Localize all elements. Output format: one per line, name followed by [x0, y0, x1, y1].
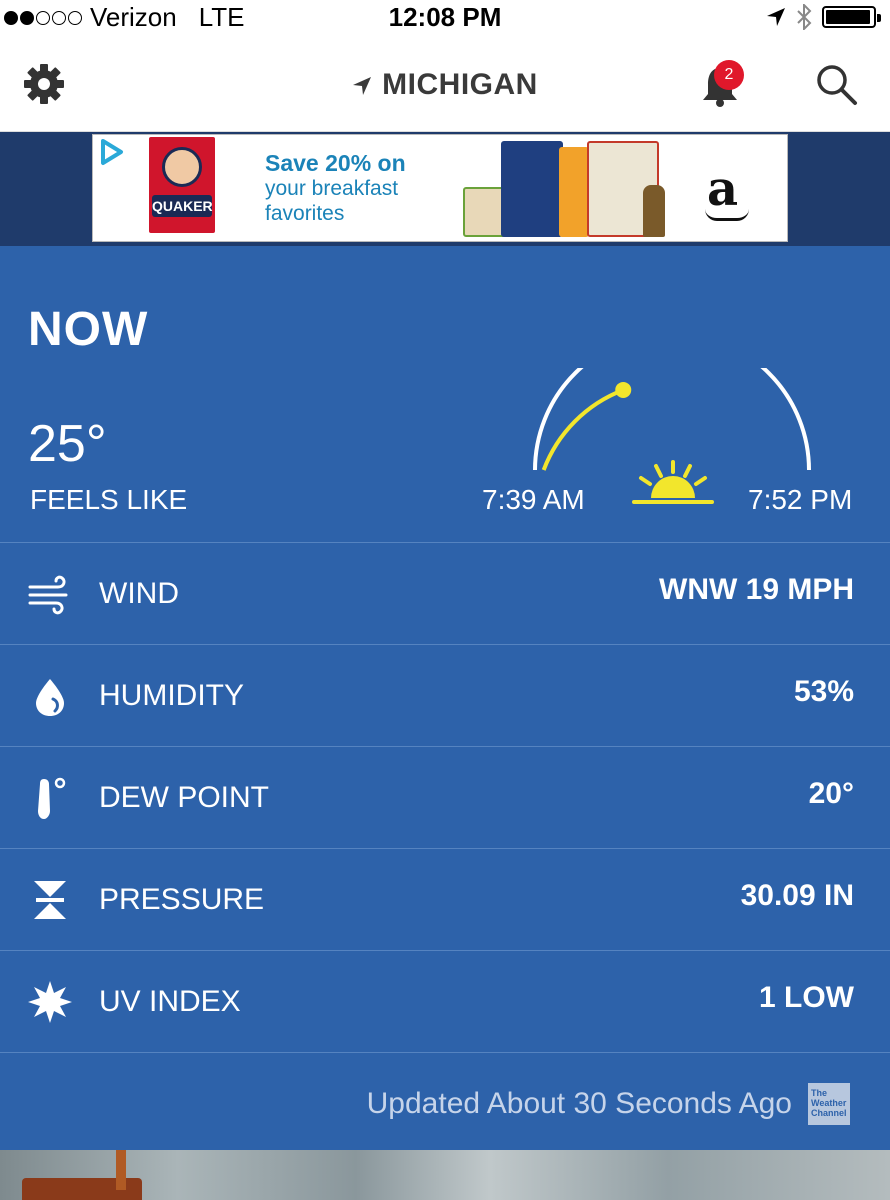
quaker-logo: QUAKER — [149, 137, 215, 233]
notification-badge: 2 — [714, 60, 744, 90]
humidity-row: HUMIDITY 53% — [0, 644, 890, 746]
carrier-name: Verizon — [90, 2, 177, 32]
updated-timestamp: Updated About 30 Seconds Ago — [366, 1087, 792, 1120]
ad-line-2: your breakfast — [265, 177, 399, 200]
current-conditions-panel: NOW 25° FEELS LIKE 7:39 AM 7:52 PM WIND — [0, 246, 890, 1150]
location-name: MICHIGAN — [382, 68, 538, 101]
ad-strip: QUAKER Save 20% on your breakfast favori… — [0, 132, 890, 246]
sunrise-time: 7:39 AM — [482, 484, 585, 515]
ad-line-3: favorites — [265, 202, 345, 225]
dew-point-label: DEW POINT — [99, 781, 269, 814]
wind-value: WNW 19 MPH — [659, 573, 854, 606]
dew-point-value: 20° — [808, 777, 854, 810]
ad-headline: Save 20% on — [265, 150, 406, 176]
uv-index-row: UV INDEX 1 LOW — [0, 950, 890, 1052]
humidity-drop-icon — [36, 679, 64, 716]
humidity-label: HUMIDITY — [99, 679, 244, 712]
battery-icon — [822, 6, 881, 28]
uv-index-value: 1 LOW — [759, 981, 854, 1014]
weather-channel-logo[interactable]: The Weather Channel — [808, 1083, 850, 1125]
section-title: NOW — [28, 303, 149, 356]
location-arrow-icon — [353, 77, 372, 96]
background-photo — [0, 1150, 890, 1200]
wind-icon — [28, 575, 68, 615]
bluetooth-icon — [797, 4, 812, 30]
wind-label: WIND — [99, 577, 179, 610]
search-icon[interactable] — [814, 62, 858, 106]
ad-choices-icon[interactable] — [93, 135, 133, 169]
updated-footer: Updated About 30 Seconds Ago The Weather… — [0, 1052, 890, 1150]
wind-row: WIND WNW 19 MPH — [0, 542, 890, 644]
location-services-icon — [767, 8, 785, 26]
pressure-icon — [34, 881, 66, 919]
status-right — [766, 4, 881, 30]
network-type: LTE — [198, 2, 245, 32]
uv-index-label: UV INDEX — [99, 985, 241, 1018]
pressure-label: PRESSURE — [99, 883, 265, 916]
feels-like-label: FEELS LIKE — [30, 484, 188, 515]
status-left: Verizon LTE — [4, 2, 245, 33]
amazon-smile-icon — [705, 209, 749, 221]
ad-banner[interactable]: QUAKER Save 20% on your breakfast favori… — [92, 134, 788, 242]
sunset-time: 7:52 PM — [748, 484, 853, 515]
ad-copy: Save 20% on your breakfast favorites — [265, 151, 406, 226]
nav-bar: MICHIGAN 2 — [0, 36, 890, 132]
thermometer-icon — [38, 777, 66, 819]
location-title[interactable]: MICHIGAN — [0, 68, 890, 102]
pressure-value: 30.09 IN — [740, 879, 854, 912]
sun-icon — [632, 460, 714, 504]
pressure-row: PRESSURE 30.09 IN — [0, 848, 890, 950]
uv-sun-icon — [28, 981, 72, 1023]
signal-strength-icon — [4, 10, 82, 25]
status-bar: Verizon LTE 12:08 PM — [0, 0, 890, 36]
humidity-value: 53% — [793, 675, 854, 708]
dew-point-row: DEW POINT 20° — [0, 746, 890, 848]
feels-like-temperature: 25° — [28, 415, 107, 473]
sun-position-marker — [615, 381, 632, 398]
